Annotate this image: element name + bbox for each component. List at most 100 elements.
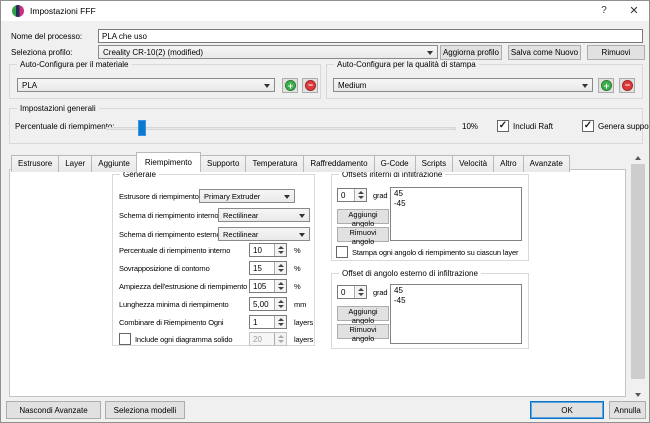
minus-icon: − — [622, 80, 633, 91]
spinner-arrows[interactable] — [274, 280, 286, 292]
generale-group: Generale Estrusore di riempimento Primar… — [112, 174, 315, 346]
tab-altro[interactable]: Altro — [493, 155, 523, 172]
app-logo-icon — [12, 5, 24, 17]
unit-label: layers — [294, 335, 313, 344]
tab-velocita[interactable]: Velocità — [452, 155, 494, 172]
external-remove-angle-button[interactable]: Rimuovi angolo — [337, 324, 389, 339]
profile-label: Seleziona profilo: — [11, 48, 72, 57]
infill-slider-handle[interactable] — [138, 120, 146, 136]
hide-advanced-button[interactable]: Nascondi Avanzate — [6, 401, 101, 419]
chevron-down-icon — [582, 84, 588, 88]
remove-profile-button[interactable]: Rimuovi — [587, 45, 645, 60]
close-icon[interactable]: ✕ — [621, 1, 647, 21]
tab-aggiunte[interactable]: Aggiunte — [91, 155, 137, 172]
infill-extruder-label: Estrusore di riempimento — [119, 192, 199, 201]
list-item[interactable]: -45 — [391, 296, 521, 306]
infill-extrusion-width-label: Ampiezza dell'estrusione di riempimento — [119, 282, 247, 291]
scroll-down-icon[interactable] — [630, 388, 646, 401]
general-settings-title: Impostazioni generali — [17, 104, 99, 113]
external-pattern-label: Schema di riempimento esterno — [119, 230, 221, 239]
internal-angles-list[interactable]: 45 -45 — [390, 187, 522, 241]
unit-label: % — [294, 282, 301, 291]
spinner-arrows[interactable] — [274, 316, 286, 328]
material-select[interactable]: PLA — [17, 78, 275, 92]
spinner-arrows[interactable] — [274, 262, 286, 274]
include-raft-label: Includi Raft — [513, 122, 553, 131]
grad-label: grad — [373, 191, 387, 200]
spinner-arrows[interactable] — [274, 244, 286, 256]
material-group-title: Auto-Configura per il materiale — [17, 60, 132, 69]
tab-layer[interactable]: Layer — [58, 155, 92, 172]
include-solid-diaphragm-label: Include ogni diagramma solido — [135, 335, 232, 344]
include-raft-checkbox[interactable]: ✓ — [497, 120, 509, 132]
tab-raffreddamento[interactable]: Raffreddamento — [303, 155, 374, 172]
remove-quality-button[interactable]: − — [619, 78, 635, 93]
list-item[interactable]: 45 — [391, 189, 521, 199]
internal-add-angle-button[interactable]: Aggiungi angolo — [337, 209, 389, 224]
external-pattern-select[interactable]: Rectilinear — [218, 227, 310, 241]
internal-infill-percent-spinbox[interactable]: 10 — [249, 243, 287, 257]
external-offsets-group: Offset di angolo esterno di infiltrazion… — [331, 273, 529, 349]
process-name-label: Nome del processo: — [11, 32, 82, 41]
chevron-down-icon — [299, 233, 305, 237]
list-item[interactable]: -45 — [391, 199, 521, 209]
tab-temperatura[interactable]: Temperatura — [245, 155, 304, 172]
tab-avanzate[interactable]: Avanzate — [523, 155, 570, 172]
select-models-button[interactable]: Seleziona modelli — [105, 401, 185, 419]
outline-overlap-label: Sovrapposizione di contorno — [119, 264, 210, 273]
chevron-down-icon — [427, 51, 433, 55]
list-item[interactable]: 45 — [391, 286, 521, 296]
infill-percentage-label: Percentuale di riempimento: — [15, 122, 115, 131]
tab-supporto[interactable]: Supporto — [200, 155, 246, 172]
include-solid-diaphragm-checkbox[interactable] — [119, 333, 131, 345]
update-profile-button[interactable]: Aggiorna profilo — [440, 45, 502, 60]
min-infill-length-spinbox[interactable]: 5,00 — [249, 297, 287, 311]
unit-label: % — [294, 264, 301, 273]
internal-infill-percent-label: Percentuale di riempimento interno — [119, 246, 230, 255]
infill-extruder-select[interactable]: Primary Extruder — [199, 189, 295, 203]
external-angles-list[interactable]: 45 -45 — [390, 284, 522, 344]
add-material-button[interactable]: + — [282, 78, 298, 93]
internal-angle-spinbox[interactable]: 0 — [337, 188, 367, 202]
combine-infill-spinbox[interactable]: 1 — [249, 315, 287, 329]
save-as-new-button[interactable]: Salva come Nuovo — [508, 45, 581, 60]
tab-riempimento[interactable]: Riempimento — [136, 152, 201, 172]
riempimento-tab-pane — [9, 169, 626, 397]
internal-pattern-select[interactable]: Rectilinear — [218, 208, 310, 222]
external-angle-spinbox[interactable]: 0 — [337, 285, 367, 299]
unit-label: mm — [294, 300, 306, 309]
unit-label: % — [294, 246, 301, 255]
print-every-angle-checkbox[interactable] — [336, 246, 348, 258]
external-add-angle-button[interactable]: Aggiungi angolo — [337, 306, 389, 321]
tab-gcode[interactable]: G-Code — [374, 155, 416, 172]
generate-support-checkbox[interactable]: ✓ — [582, 120, 594, 132]
tab-scripts[interactable]: Scripts — [415, 155, 453, 172]
ok-button[interactable]: OK — [530, 401, 604, 419]
tab-estrusore[interactable]: Estrusore — [11, 155, 59, 172]
profile-select[interactable]: Creality CR-10(2) (modified) — [98, 45, 438, 59]
plus-icon: + — [601, 80, 612, 91]
add-quality-button[interactable]: + — [598, 78, 614, 93]
cancel-button[interactable]: Annulla — [609, 401, 646, 419]
scroll-up-icon[interactable] — [630, 151, 646, 164]
process-name-input[interactable] — [98, 29, 643, 43]
internal-pattern-label: Schema di riempimento interno — [119, 211, 218, 220]
chevron-down-icon — [264, 84, 270, 88]
quality-select[interactable]: Medium — [333, 78, 593, 92]
spinner-arrows[interactable] — [354, 286, 366, 298]
quality-group-title: Auto-Configura per la qualità di stampa — [334, 60, 479, 69]
spinner-arrows[interactable] — [274, 298, 286, 310]
generate-support-label: Genera supporto — [598, 122, 650, 131]
help-button[interactable]: ? — [591, 1, 617, 21]
outline-overlap-spinbox[interactable]: 15 — [249, 261, 287, 275]
titlebar: Impostazioni FFF ? ✕ — [1, 1, 649, 21]
vertical-scrollbar[interactable] — [630, 151, 646, 401]
infill-extrusion-width-spinbox[interactable]: 105 — [249, 279, 287, 293]
unit-label: layers — [294, 318, 313, 327]
spinner-arrows[interactable] — [354, 189, 366, 201]
plus-icon: + — [285, 80, 296, 91]
scrollbar-thumb[interactable] — [631, 164, 645, 379]
remove-material-button[interactable]: − — [302, 78, 318, 93]
internal-remove-angle-button[interactable]: Rimuovi angolo — [337, 227, 389, 242]
infill-slider-track[interactable] — [106, 127, 456, 130]
